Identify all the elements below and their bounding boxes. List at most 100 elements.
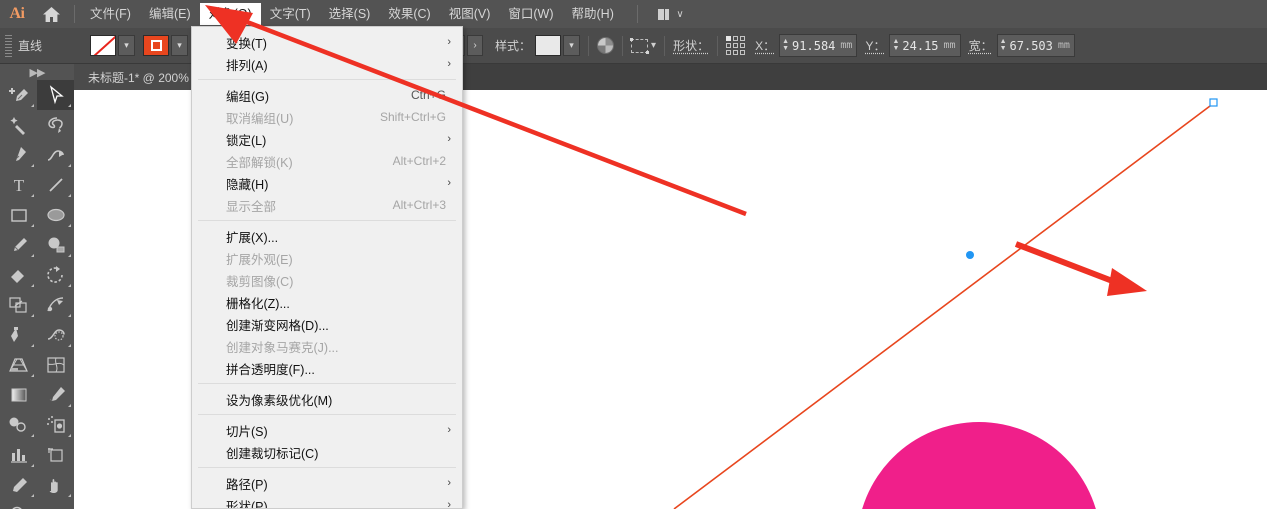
menu-item-label: 创建对象马赛克(J)... xyxy=(226,337,339,356)
tool-rotate[interactable] xyxy=(37,260,74,290)
fill-swatch-button[interactable] xyxy=(90,35,116,56)
tool-hand[interactable] xyxy=(37,470,74,500)
tool-blend[interactable] xyxy=(37,290,74,320)
tool-mesh[interactable] xyxy=(37,350,74,380)
menubar-divider xyxy=(74,5,75,23)
tool-symbol-sprayer-2[interactable] xyxy=(37,410,74,440)
document-tab[interactable]: 未标题-1* @ 200% xyxy=(74,64,204,90)
tool-ellipse[interactable] xyxy=(37,200,74,230)
menu-slice[interactable]: 切片(S)› xyxy=(192,419,462,441)
tools-panel[interactable]: ▶▶ xyxy=(0,64,74,509)
tool-gradient[interactable] xyxy=(0,380,37,410)
tool-paintbrush[interactable] xyxy=(0,230,37,260)
tool-eyedropper[interactable] xyxy=(37,380,74,410)
menu-path[interactable]: 路径(P)› xyxy=(192,472,462,494)
home-icon[interactable] xyxy=(34,6,68,23)
tool-rectangle[interactable] xyxy=(0,200,37,230)
menu-flatten-transparency[interactable]: 拼合透明度(F)... xyxy=(192,357,462,379)
menu-expand[interactable]: 扩展(X)... xyxy=(192,225,462,247)
menu-make-pixel-perfect[interactable]: 设为像素级优化(M) xyxy=(192,388,462,410)
tool-column-graph[interactable] xyxy=(0,440,37,470)
options-bar-grip[interactable] xyxy=(5,35,12,57)
tools-grid: T xyxy=(0,80,74,509)
menu-item-label: 创建裁切标记(C) xyxy=(226,443,318,462)
menu-type[interactable]: 文字(T) xyxy=(261,3,320,25)
svg-text:T: T xyxy=(13,176,24,195)
tool-artboard[interactable] xyxy=(37,440,74,470)
tool-symbol-sprayer[interactable] xyxy=(0,320,37,350)
x-label: X： xyxy=(755,37,775,54)
x-stepper-icon[interactable]: ▲▼ xyxy=(782,39,789,52)
tool-type[interactable]: T xyxy=(0,170,37,200)
selection-handle[interactable] xyxy=(1210,99,1217,106)
tool-pen[interactable] xyxy=(0,140,37,170)
menu-select[interactable]: 选择(S) xyxy=(320,3,380,25)
style-dropdown-button[interactable]: ▾ xyxy=(563,35,580,56)
menu-file[interactable]: 文件(F) xyxy=(81,3,140,25)
menu-create-trim-marks[interactable]: 创建裁切标记(C) xyxy=(192,441,462,463)
transparency-grid-icon[interactable] xyxy=(597,37,614,54)
menu-item-label: 创建渐变网格(D)... xyxy=(226,315,329,334)
pink-circle-shape[interactable] xyxy=(857,422,1101,509)
y-position-input[interactable]: ▲▼ 24.15 mm xyxy=(889,34,960,57)
width-input[interactable]: ▲▼ 67.503 mm xyxy=(997,34,1075,57)
chevron-down-icon[interactable]: ∨ xyxy=(676,9,683,20)
menu-scrollbar[interactable] xyxy=(456,27,462,509)
reference-point-icon[interactable] xyxy=(726,36,745,55)
tool-width[interactable] xyxy=(37,320,74,350)
menu-rasterize[interactable]: 栅格化(Z)... xyxy=(192,291,462,313)
object-menu-dropdown[interactable]: 变换(T)›排列(A)›编组(G)Ctrl+G取消编组(U)Shift+Ctrl… xyxy=(191,26,463,509)
menu-item-label: 路径(P) xyxy=(226,474,268,493)
style-swatch-button[interactable] xyxy=(535,35,561,56)
menu-effect[interactable]: 效果(C) xyxy=(379,3,439,25)
width-label: 宽： xyxy=(969,37,993,54)
tool-perspective-grid[interactable] xyxy=(0,350,37,380)
menu-create-gradient-mesh[interactable]: 创建渐变网格(D)... xyxy=(192,313,462,335)
opacity-flyout-button[interactable]: › xyxy=(467,35,483,56)
tool-selection[interactable] xyxy=(37,80,74,110)
tool-free-transform[interactable] xyxy=(0,290,37,320)
x-position-input[interactable]: ▲▼ 91.584 mm xyxy=(779,34,857,57)
tool-zoom-magnifier[interactable] xyxy=(0,500,37,509)
menu-arrange[interactable]: 排列(A)› xyxy=(192,53,462,75)
menu-hide[interactable]: 隐藏(H)› xyxy=(192,172,462,194)
menu-group[interactable]: 编组(G)Ctrl+G xyxy=(192,84,462,106)
menu-object[interactable]: 对象(O) xyxy=(200,3,261,25)
stroke-dropdown-button[interactable]: ▾ xyxy=(171,35,188,56)
tool-eraser[interactable] xyxy=(0,260,37,290)
tool-shape-builder[interactable] xyxy=(37,230,74,260)
menu-window[interactable]: 窗口(W) xyxy=(499,3,562,25)
menu-lock[interactable]: 锁定(L)› xyxy=(192,128,462,150)
tool-line-segment[interactable] xyxy=(37,170,74,200)
menu-item-shortcut: Alt+Ctrl+2 xyxy=(393,154,450,168)
width-value: 67.503 xyxy=(1010,39,1053,53)
tools-panel-grip[interactable]: ▶▶ xyxy=(0,64,74,80)
y-stepper-icon[interactable]: ▲▼ xyxy=(892,39,899,52)
tool-curvature[interactable] xyxy=(37,140,74,170)
fill-dropdown-button[interactable]: ▾ xyxy=(118,35,135,56)
menu-transform[interactable]: 变换(T)› xyxy=(192,31,462,53)
menu-item-label: 锁定(L) xyxy=(226,130,266,149)
menu-separator xyxy=(198,467,456,468)
workspace-switcher[interactable]: ∨ xyxy=(658,9,684,20)
line-anchor-point[interactable] xyxy=(966,251,974,259)
align-objects-icon[interactable] xyxy=(631,39,648,53)
tool-lasso[interactable] xyxy=(37,110,74,140)
shape-label: 形状： xyxy=(673,37,709,54)
stroke-swatch-button[interactable] xyxy=(143,35,169,56)
width-stepper-icon[interactable]: ▲▼ xyxy=(1000,39,1007,52)
menu-item-label: 排列(A) xyxy=(226,55,268,74)
chevron-right-icon: › xyxy=(447,177,451,189)
style-label: 样式： xyxy=(495,37,531,54)
tool-blob-brush[interactable] xyxy=(0,410,37,440)
menu-shape[interactable]: 形状(P)› xyxy=(192,494,462,509)
menu-view[interactable]: 视图(V) xyxy=(440,3,500,25)
menu-item-label: 拼合透明度(F)... xyxy=(226,359,315,378)
panel-layout-icon[interactable] xyxy=(658,9,670,20)
menu-help[interactable]: 帮助(H) xyxy=(563,3,623,25)
menu-edit[interactable]: 编辑(E) xyxy=(140,3,200,25)
tool-slice[interactable] xyxy=(0,470,37,500)
tool-magic-wand[interactable] xyxy=(0,110,37,140)
align-chevron-down-icon[interactable]: ▾ xyxy=(651,40,656,51)
tool-shaper[interactable] xyxy=(0,80,37,110)
